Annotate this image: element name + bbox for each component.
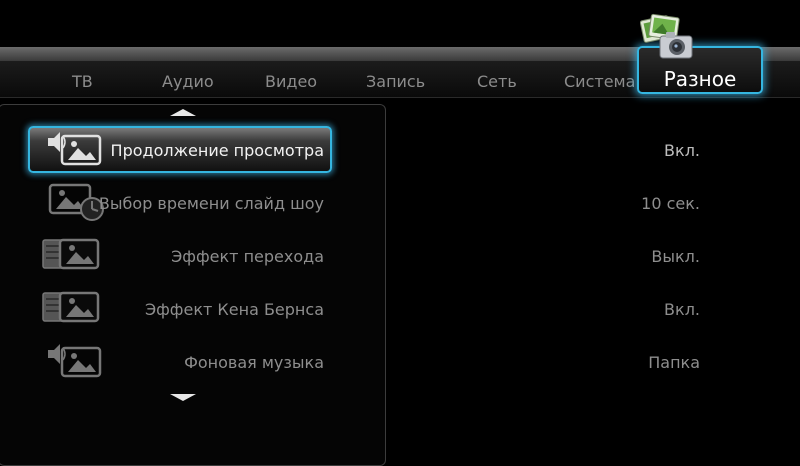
scroll-up-arrow-icon[interactable] [170,109,196,116]
photo-clock-icon [48,183,104,221]
tab-misc-label: Разное [663,67,737,91]
tab-network[interactable]: Сеть [477,72,517,91]
photo-transition-icon [42,238,100,270]
setting-value[interactable]: Вкл. [664,300,700,319]
tab-record[interactable]: Запись [366,72,425,91]
tab-video[interactable]: Видео [265,72,317,91]
setting-label: Эффект перехода [171,247,324,266]
scroll-down-arrow-icon[interactable] [170,394,196,401]
setting-label: Фоновая музыка [184,353,324,372]
setting-value[interactable]: 10 сек. [641,194,700,213]
tab-tv[interactable]: ТВ [72,72,93,91]
photo-camera-icon [640,13,693,59]
tab-audio[interactable]: Аудио [162,72,214,91]
photo-transition-icon [42,291,100,323]
setting-value[interactable]: Выкл. [651,247,700,266]
photo-speaker-icon [48,344,102,378]
setting-label: Выбор времени слайд шоу [98,194,324,213]
tab-system[interactable]: Система [564,72,635,91]
setting-label: Продолжение просмотра [110,141,324,160]
setting-value[interactable]: Вкл. [664,141,700,160]
photo-speaker-icon [48,132,102,166]
setting-value[interactable]: Папка [648,353,700,372]
setting-label: Эффект Кена Бернса [144,300,324,319]
